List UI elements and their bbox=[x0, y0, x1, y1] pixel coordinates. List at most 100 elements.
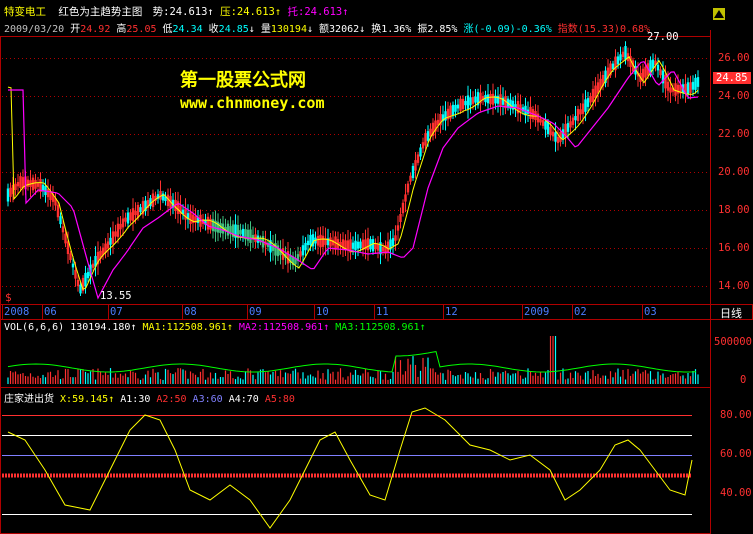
volume-header: VOL(6,6,6) 130194.180↑ MA1:112508.961↑ M… bbox=[4, 322, 426, 333]
candle-body bbox=[691, 81, 695, 90]
min-price-label: 13.55 bbox=[100, 290, 132, 302]
candle-body bbox=[79, 284, 82, 294]
ma2-value: 112508.961 bbox=[263, 322, 324, 333]
candle-body bbox=[241, 228, 245, 238]
candle-body bbox=[544, 121, 547, 130]
candle-body bbox=[256, 235, 260, 243]
candle-body bbox=[656, 64, 660, 71]
candle-body bbox=[6, 188, 10, 202]
candle-body bbox=[584, 99, 587, 112]
candle-body bbox=[619, 54, 622, 61]
candle-body bbox=[411, 165, 415, 179]
indicator-lines bbox=[2, 407, 693, 529]
dollar-icon: $ bbox=[5, 291, 12, 304]
month-label-08: 08 bbox=[184, 306, 197, 318]
price-tick-24: 24.00 bbox=[718, 90, 750, 102]
x-value: 59.145 bbox=[72, 394, 109, 405]
watermark-title: 第一股票公式网 bbox=[180, 70, 306, 91]
candle-body bbox=[126, 212, 130, 224]
candle-body bbox=[301, 245, 305, 256]
indicator-title: 庄家进出货 bbox=[4, 394, 54, 405]
candle-body bbox=[474, 96, 477, 103]
ind-tick-40: 40.00 bbox=[720, 487, 752, 499]
max-price-label: 27.00 bbox=[647, 31, 679, 43]
candle-body bbox=[451, 104, 455, 116]
up-arrow-icon: ↑ bbox=[419, 322, 426, 333]
a3-value: 60 bbox=[210, 394, 223, 405]
candle-body bbox=[304, 242, 307, 251]
month-label-07: 07 bbox=[110, 306, 123, 318]
candle-body bbox=[611, 63, 615, 70]
candle-body bbox=[359, 241, 362, 249]
candle-body bbox=[694, 77, 697, 90]
candle-body bbox=[309, 234, 312, 246]
price-tick-22: 22.00 bbox=[718, 128, 750, 140]
candle-body bbox=[616, 56, 620, 65]
period-button[interactable]: 日线 bbox=[720, 305, 742, 321]
candle-body bbox=[109, 237, 112, 245]
month-label-09: 09 bbox=[249, 306, 262, 318]
a2-value: 50 bbox=[174, 394, 187, 405]
price-tick-20: 20.00 bbox=[718, 166, 750, 178]
price-tick-18: 18.00 bbox=[718, 204, 750, 216]
price-tick-14: 14.00 bbox=[718, 280, 750, 292]
indicator-panel-frame bbox=[0, 387, 711, 534]
up-arrow-icon: ↑ bbox=[130, 322, 137, 333]
indicator-header: 庄家进出货 X:59.145↑ A1:30 A2:50 A3:60 A4:70 … bbox=[4, 390, 295, 405]
a1-value: 30 bbox=[138, 394, 151, 405]
candle-body bbox=[351, 242, 355, 249]
a2-label: A2: bbox=[156, 394, 175, 405]
a5-label: A5: bbox=[264, 394, 283, 405]
candle-body bbox=[486, 94, 490, 104]
candle-body bbox=[219, 223, 222, 234]
candle-body bbox=[306, 240, 310, 246]
month-label-11: 11 bbox=[376, 306, 389, 318]
month-label-2009: 2009 bbox=[524, 306, 550, 318]
candle-body bbox=[84, 272, 87, 287]
candle-body bbox=[454, 104, 457, 112]
candle-body bbox=[546, 121, 550, 135]
candle-body bbox=[139, 207, 142, 213]
ma3-value: 112508.961 bbox=[359, 322, 420, 333]
month-label-03: 03 bbox=[644, 306, 657, 318]
candle-body bbox=[369, 239, 372, 250]
candle-body bbox=[239, 230, 242, 235]
volume-ma-line bbox=[7, 351, 697, 373]
candle-body bbox=[686, 82, 690, 95]
vol-tick-500000: 500000 bbox=[714, 336, 752, 348]
candle-body bbox=[419, 147, 422, 157]
ma3-label: MA3: bbox=[335, 322, 360, 333]
candle-body bbox=[466, 95, 470, 109]
vol-tick-0: 0 bbox=[740, 374, 747, 386]
month-label-2008: 2008 bbox=[4, 306, 30, 318]
a4-label: A4: bbox=[228, 394, 247, 405]
ma1-label: MA1: bbox=[142, 322, 167, 333]
price-tick-26: 26.00 bbox=[718, 52, 750, 64]
volume-bars bbox=[7, 336, 699, 384]
candle-body bbox=[651, 59, 655, 69]
candle-body bbox=[696, 77, 700, 87]
month-label-12: 12 bbox=[445, 306, 458, 318]
month-label-06: 06 bbox=[44, 306, 57, 318]
candle-body bbox=[456, 104, 460, 109]
ma2-label: MA2: bbox=[238, 322, 263, 333]
ind-tick-80: 80.00 bbox=[720, 409, 752, 421]
candle-body bbox=[554, 132, 557, 142]
vol-value: 130194.180 bbox=[70, 322, 131, 333]
candle-body bbox=[426, 131, 430, 141]
price-tick-16: 16.00 bbox=[718, 242, 750, 254]
candle-body bbox=[586, 98, 590, 107]
a5-value: 80 bbox=[282, 394, 295, 405]
candle-body bbox=[566, 123, 570, 132]
candle-body bbox=[624, 46, 627, 60]
candle-body bbox=[391, 238, 395, 246]
chart-canvas[interactable] bbox=[0, 0, 753, 534]
current-price-tag: 24.85 bbox=[713, 72, 751, 84]
watermark-url[interactable]: www.chnmoney.com bbox=[180, 94, 325, 112]
candle-body bbox=[86, 272, 90, 279]
up-arrow-icon: ↑ bbox=[108, 394, 115, 405]
a1-label: A1: bbox=[120, 394, 139, 405]
ma1-value: 112508.961 bbox=[166, 322, 227, 333]
vol-title: VOL(6,6,6) bbox=[4, 322, 65, 333]
ind-tick-60: 60.00 bbox=[720, 448, 752, 460]
